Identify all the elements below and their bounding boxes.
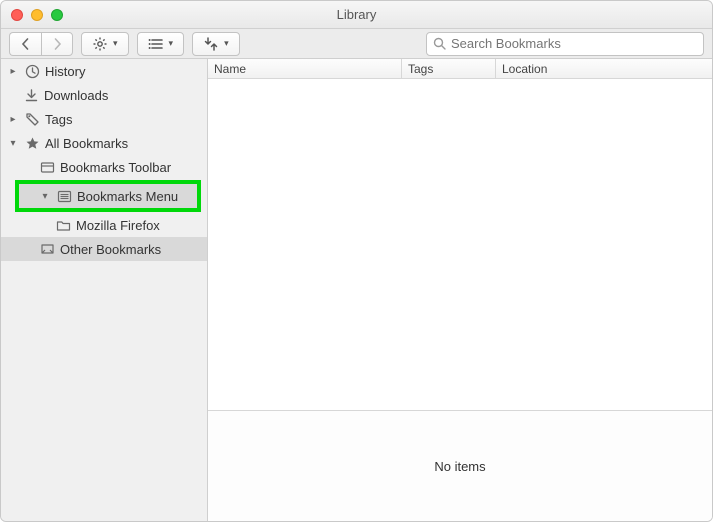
chevron-down-icon: ▾ [113,38,118,49]
import-export-icon [203,36,219,52]
import-backup-menu-button[interactable]: ▾ [192,32,240,56]
column-header-name[interactable]: Name [208,59,402,78]
chevron-left-icon [21,38,30,50]
organize-menu-button[interactable]: ▾ [81,32,129,56]
window-title: Library [1,7,712,22]
forward-button[interactable] [41,32,73,56]
folder-icon [55,217,71,233]
sidebar-item-label: History [45,64,85,79]
library-window: Library ▾ ▾ ▾ [0,0,713,522]
column-headers: Name Tags Location [208,59,712,79]
tag-icon [24,111,40,127]
bookmarks-list[interactable] [208,79,712,411]
search-icon [433,37,446,50]
sidebar-item-label: Tags [45,112,72,127]
sidebar-item-downloads[interactable]: Downloads [1,83,207,107]
chevron-right-icon [53,38,62,50]
sidebar-item-label: Downloads [44,88,108,103]
disclosure-closed-icon[interactable]: ▸ [7,114,19,125]
download-icon [23,87,39,103]
sidebar-item-label: All Bookmarks [45,136,128,151]
views-menu-button[interactable]: ▾ [137,32,185,56]
titlebar: Library [1,1,712,29]
sidebar-item-bookmarks-toolbar[interactable]: Bookmarks Toolbar [1,155,207,179]
highlight-annotation: ▾ Bookmarks Menu [15,180,201,212]
chevron-down-icon: ▾ [224,38,229,49]
search-input[interactable] [451,36,697,51]
sidebar-item-label: Mozilla Firefox [76,218,160,233]
sidebar-item-label: Bookmarks Menu [77,189,178,204]
back-button[interactable] [9,32,41,56]
sidebar-item-history[interactable]: ▸ History [1,59,207,83]
star-icon [24,135,40,151]
sidebar-item-all-bookmarks[interactable]: ▾ All Bookmarks [1,131,207,155]
list-icon [148,37,164,51]
sidebar-item-label: Other Bookmarks [60,242,161,257]
other-bookmarks-icon [39,241,55,257]
toolbar: ▾ ▾ ▾ [1,29,712,59]
sidebar: ▸ History Downloads ▸ Tags ▾ All Bookmar… [1,59,208,521]
column-header-tags[interactable]: Tags [402,59,496,78]
gear-icon [92,36,108,52]
toolbar-folder-icon [39,159,55,175]
sidebar-item-mozilla-firefox[interactable]: Mozilla Firefox [1,213,207,237]
empty-state-label: No items [434,459,485,474]
nav-buttons [9,32,73,56]
sidebar-item-tags[interactable]: ▸ Tags [1,107,207,131]
disclosure-open-icon[interactable]: ▾ [39,191,51,202]
details-pane: No items [208,411,712,521]
sidebar-item-bookmarks-menu[interactable]: ▾ Bookmarks Menu [19,184,197,208]
disclosure-open-icon[interactable]: ▾ [7,138,19,149]
sidebar-item-other-bookmarks[interactable]: Other Bookmarks [1,237,207,261]
column-header-location[interactable]: Location [496,59,712,78]
menu-folder-icon [56,188,72,204]
disclosure-closed-icon[interactable]: ▸ [7,66,19,77]
sidebar-item-label: Bookmarks Toolbar [60,160,171,175]
chevron-down-icon: ▾ [169,38,174,49]
main-panel: Name Tags Location No items [208,59,712,521]
search-field[interactable] [426,32,704,56]
clock-icon [24,63,40,79]
